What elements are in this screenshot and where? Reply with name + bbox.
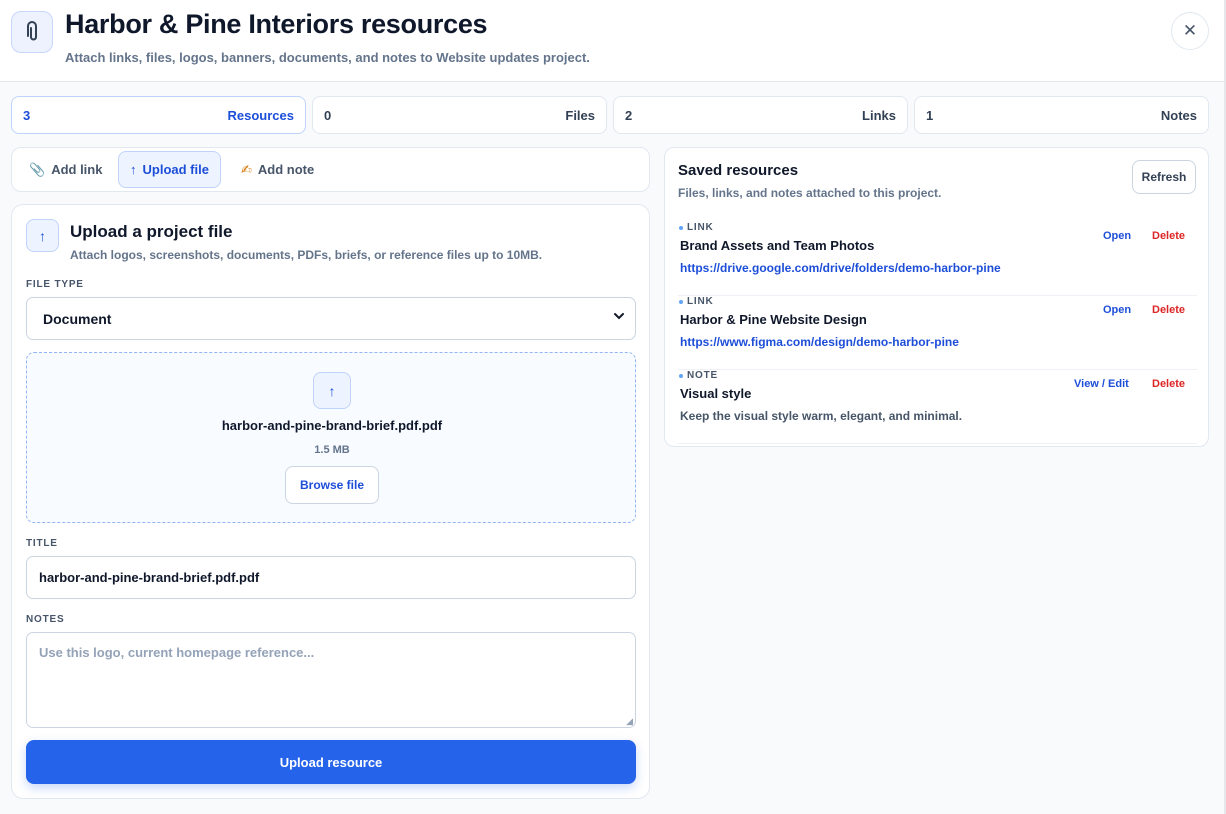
- arrow-up-icon: ↑: [313, 372, 351, 409]
- tab-upload-file[interactable]: ↑ Upload file: [118, 151, 221, 188]
- file-type-label: FILE TYPE: [26, 279, 84, 290]
- paperclip-icon: 📎: [29, 161, 46, 177]
- bullet-dot-icon: [679, 225, 683, 230]
- stat-resources[interactable]: 3 Resources: [11, 96, 306, 134]
- stat-count: 2: [625, 107, 633, 123]
- title-input[interactable]: harbor-and-pine-brand-brief.pdf.pdf: [26, 556, 636, 599]
- selected-file-size: 1.5 MB: [314, 444, 350, 456]
- notes-label: NOTES: [26, 614, 65, 625]
- resource-type: NOTE: [679, 370, 718, 381]
- resource-type: LINK: [679, 222, 714, 233]
- resource-tabs: 📎 Add link ↑ Upload file ✍ Add note: [11, 147, 650, 192]
- resource-url[interactable]: https://www.figma.com/design/demo-harbor…: [680, 335, 959, 349]
- file-dropzone[interactable]: ↑ harbor-and-pine-brand-brief.pdf.pdf 1.…: [26, 352, 636, 523]
- file-type-select[interactable]: Document: [26, 297, 636, 340]
- stat-count: 3: [23, 107, 31, 123]
- upload-panel: ↑ Upload a project file Attach logos, sc…: [11, 204, 650, 799]
- stat-count: 0: [324, 107, 332, 123]
- close-icon: ✕: [1182, 21, 1198, 40]
- resource-item: LINK Brand Assets and Team Photos https:…: [678, 222, 1197, 296]
- upload-title: Upload a project file: [70, 222, 233, 241]
- arrow-up-icon: ↑: [130, 162, 137, 177]
- refresh-button[interactable]: Refresh: [1132, 160, 1196, 194]
- tab-label: Add link: [51, 162, 103, 177]
- upload-resource-button[interactable]: Upload resource: [26, 740, 636, 784]
- tab-label: Add note: [257, 162, 315, 177]
- delete-button[interactable]: Delete: [1152, 378, 1185, 390]
- resource-title: Brand Assets and Team Photos: [680, 238, 875, 253]
- resize-grip-icon[interactable]: ◢: [626, 716, 633, 727]
- stat-label: Notes: [1160, 107, 1197, 123]
- upload-description: Attach logos, screenshots, documents, PD…: [70, 248, 543, 262]
- resource-item: NOTE Visual style Keep the visual style …: [678, 370, 1197, 444]
- delete-button[interactable]: Delete: [1152, 230, 1185, 242]
- resource-type-label: LINK: [687, 296, 714, 307]
- resource-type-label: NOTE: [687, 370, 718, 381]
- resource-type-label: LINK: [687, 222, 714, 233]
- delete-button[interactable]: Delete: [1152, 304, 1185, 316]
- notes-placeholder: Use this logo, current homepage referenc…: [39, 645, 315, 660]
- chevron-down-icon: [613, 310, 625, 325]
- saved-title: Saved resources: [678, 162, 799, 179]
- bullet-dot-icon: [679, 373, 683, 378]
- page-subtitle: Attach links, files, logos, banners, doc…: [65, 50, 590, 65]
- file-type-value: Document: [43, 310, 112, 327]
- stat-label: Links: [862, 107, 896, 123]
- modal-header: Harbor & Pine Interiors resources Attach…: [0, 0, 1226, 82]
- tab-add-link[interactable]: 📎 Add link: [18, 151, 113, 188]
- browse-file-button[interactable]: Browse file: [285, 466, 379, 504]
- saved-resources-panel: Saved resources Files, links, and notes …: [664, 147, 1209, 447]
- resource-note-text: Keep the visual style warm, elegant, and…: [680, 409, 963, 423]
- saved-description: Files, links, and notes attached to this…: [678, 186, 942, 200]
- close-button[interactable]: ✕: [1171, 12, 1209, 50]
- stat-links[interactable]: 2 Links: [613, 96, 908, 134]
- pencil-note-icon: ✍: [241, 161, 252, 177]
- bullet-dot-icon: [679, 299, 683, 304]
- stat-files[interactable]: 0 Files: [312, 96, 607, 134]
- notes-textarea[interactable]: Use this logo, current homepage referenc…: [26, 632, 636, 728]
- title-label: TITLE: [26, 538, 58, 549]
- open-button[interactable]: Open: [1103, 304, 1131, 316]
- resource-title: Harbor & Pine Website Design: [680, 312, 867, 327]
- paperclip-icon: [11, 11, 53, 53]
- resource-title: Visual style: [680, 386, 752, 401]
- tab-add-note[interactable]: ✍ Add note: [230, 151, 325, 188]
- view-edit-button[interactable]: View / Edit: [1074, 378, 1129, 390]
- stat-label: Files: [565, 107, 595, 123]
- tab-label: Upload file: [142, 162, 209, 177]
- stat-count: 1: [926, 107, 934, 123]
- stat-label: Resources: [227, 107, 294, 123]
- open-button[interactable]: Open: [1103, 230, 1131, 242]
- resource-type: LINK: [679, 296, 714, 307]
- resource-url[interactable]: https://drive.google.com/drive/folders/d…: [680, 261, 1001, 275]
- page-title: Harbor & Pine Interiors resources: [65, 9, 488, 39]
- selected-file-name: harbor-and-pine-brand-brief.pdf.pdf: [221, 418, 443, 433]
- stat-notes[interactable]: 1 Notes: [914, 96, 1209, 134]
- arrow-up-icon: ↑: [26, 219, 59, 252]
- resource-item: LINK Harbor & Pine Website Design https:…: [678, 296, 1197, 370]
